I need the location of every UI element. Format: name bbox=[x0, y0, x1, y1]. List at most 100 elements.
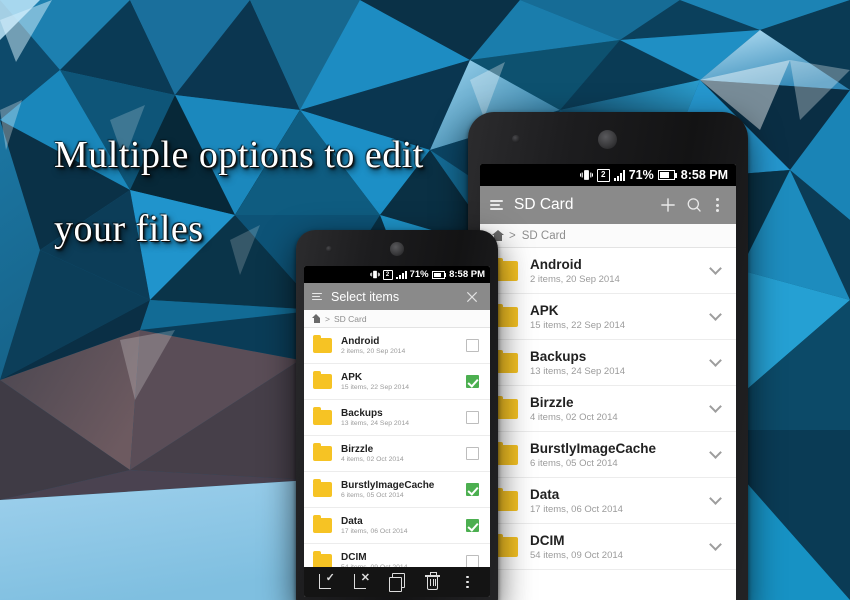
file-meta: APK 15 items, 22 Sep 2014 bbox=[341, 372, 466, 391]
delete-icon[interactable] bbox=[423, 572, 443, 592]
front-breadcrumb[interactable]: > SD Card bbox=[304, 310, 490, 328]
front-file-list[interactable]: Android 2 items, 20 Sep 2014 APK 15 items, … bbox=[304, 328, 490, 580]
copy-icon[interactable] bbox=[388, 572, 408, 592]
back-phone-bezel bbox=[468, 112, 748, 164]
front-bottom-toolbar[interactable]: ✓ ✕ bbox=[304, 567, 490, 597]
file-name: Android bbox=[530, 256, 582, 272]
file-info: 17 items, 06 Oct 2014 bbox=[530, 503, 623, 515]
file-name: DCIM bbox=[530, 532, 565, 548]
list-item[interactable]: Birzzle 4 items, 02 Oct 2014 bbox=[304, 436, 490, 472]
back-file-list[interactable]: Android 2 items, 20 Sep 2014 APK 15 items, … bbox=[480, 248, 736, 570]
chevron-down-icon[interactable] bbox=[709, 492, 722, 505]
file-name: BurstlyImageCache bbox=[341, 480, 435, 491]
checkbox-checked[interactable] bbox=[466, 519, 479, 532]
proximity-sensor-icon bbox=[512, 135, 520, 143]
front-camera-icon bbox=[598, 130, 617, 149]
vibrate-icon bbox=[369, 270, 380, 279]
file-name: Backups bbox=[341, 408, 383, 419]
folder-icon bbox=[313, 479, 332, 497]
home-icon[interactable] bbox=[312, 314, 321, 323]
close-icon[interactable] bbox=[462, 287, 482, 307]
back-actionbar-title: SD Card bbox=[514, 196, 574, 213]
deselect-all-icon[interactable]: ✕ bbox=[353, 572, 373, 592]
file-meta: Birzzle 4 items, 02 Oct 2014 bbox=[341, 444, 466, 463]
table-row[interactable]: APK 15 items, 22 Sep 2014 bbox=[480, 294, 736, 340]
table-row[interactable]: Data 17 items, 06 Oct 2014 bbox=[480, 478, 736, 524]
list-item[interactable]: BurstlyImageCache 6 items, 05 Oct 2014 bbox=[304, 472, 490, 508]
checkbox-checked[interactable] bbox=[466, 375, 479, 388]
table-row[interactable]: DCIM 54 items, 09 Oct 2014 bbox=[480, 524, 736, 570]
file-info: 2 items, 20 Sep 2014 bbox=[530, 273, 620, 285]
file-meta: Backups 13 items, 24 Sep 2014 bbox=[530, 349, 711, 377]
hamburger-menu-icon[interactable] bbox=[312, 291, 322, 302]
table-row[interactable]: Android 2 items, 20 Sep 2014 bbox=[480, 248, 736, 294]
battery-percent-label: 71% bbox=[409, 269, 429, 280]
back-phone-device: 2 71% 8:58 PM SD Card > SD Card Android … bbox=[468, 112, 748, 600]
chevron-down-icon[interactable] bbox=[709, 400, 722, 413]
chevron-down-icon[interactable] bbox=[709, 262, 722, 275]
back-actionbar: SD Card bbox=[480, 186, 736, 224]
list-item[interactable]: Backups 13 items, 24 Sep 2014 bbox=[304, 400, 490, 436]
file-info: 13 items, 24 Sep 2014 bbox=[530, 365, 626, 377]
front-phone-device: 2 71% 8:58 PM Select items > SD Card And… bbox=[296, 230, 498, 600]
file-meta: Android 2 items, 20 Sep 2014 bbox=[341, 336, 466, 355]
chevron-down-icon[interactable] bbox=[709, 308, 722, 321]
file-name: Backups bbox=[530, 348, 587, 364]
folder-icon bbox=[313, 335, 332, 353]
file-name: Android bbox=[341, 336, 380, 347]
battery-icon bbox=[657, 170, 677, 180]
checkbox-unchecked[interactable] bbox=[466, 447, 479, 460]
folder-icon bbox=[313, 443, 332, 461]
checkbox-unchecked[interactable] bbox=[466, 339, 479, 352]
clock-label: 8:58 PM bbox=[680, 168, 728, 182]
chevron-down-icon[interactable] bbox=[709, 538, 722, 551]
file-info: 4 items, 02 Oct 2014 bbox=[341, 456, 404, 463]
checkbox-checked[interactable] bbox=[466, 483, 479, 496]
clock-label: 8:58 PM bbox=[449, 269, 485, 280]
breadcrumb-separator: > bbox=[325, 313, 330, 324]
folder-icon bbox=[313, 371, 332, 389]
front-phone-screen: 2 71% 8:58 PM Select items > SD Card And… bbox=[304, 266, 490, 597]
front-actionbar-title: Select items bbox=[331, 289, 400, 304]
file-meta: Data 17 items, 06 Oct 2014 bbox=[530, 487, 711, 515]
list-item[interactable]: Data 17 items, 06 Oct 2014 bbox=[304, 508, 490, 544]
file-name: APK bbox=[341, 372, 363, 383]
table-row[interactable]: BurstlyImageCache 6 items, 05 Oct 2014 bbox=[480, 432, 736, 478]
front-actionbar: Select items bbox=[304, 283, 490, 310]
file-meta: BurstlyImageCache 6 items, 05 Oct 2014 bbox=[341, 480, 466, 499]
chevron-down-icon[interactable] bbox=[709, 354, 722, 367]
hamburger-menu-icon[interactable] bbox=[490, 198, 503, 212]
list-item[interactable]: APK 15 items, 22 Sep 2014 bbox=[304, 364, 490, 400]
chevron-down-icon[interactable] bbox=[709, 446, 722, 459]
back-phone-screen: 2 71% 8:58 PM SD Card > SD Card Android … bbox=[480, 164, 736, 600]
promo-screenshot: Multiple options to edit your files 2 71… bbox=[0, 0, 850, 600]
select-all-icon[interactable]: ✓ bbox=[318, 572, 338, 592]
file-name: BurstlyImageCache bbox=[530, 440, 657, 456]
breadcrumb-path[interactable]: SD Card bbox=[334, 314, 367, 324]
overflow-menu-icon[interactable] bbox=[708, 193, 726, 217]
battery-icon bbox=[431, 270, 447, 279]
file-meta: BurstlyImageCache 6 items, 05 Oct 2014 bbox=[530, 441, 711, 469]
checkbox-unchecked[interactable] bbox=[466, 411, 479, 424]
file-info: 15 items, 22 Sep 2014 bbox=[341, 384, 410, 391]
proximity-sensor-icon bbox=[326, 246, 332, 252]
front-camera-icon bbox=[390, 242, 404, 256]
sim-slot-icon: 2 bbox=[596, 168, 610, 182]
file-name: Data bbox=[341, 516, 363, 527]
search-icon[interactable] bbox=[680, 193, 708, 217]
sim-slot-icon: 2 bbox=[382, 269, 393, 280]
front-statusbar: 2 71% 8:58 PM bbox=[304, 266, 490, 283]
battery-percent-label: 71% bbox=[628, 168, 654, 182]
file-info: 6 items, 05 Oct 2014 bbox=[530, 457, 618, 469]
overflow-menu-icon[interactable] bbox=[458, 572, 476, 592]
back-breadcrumb[interactable]: > SD Card bbox=[480, 224, 736, 248]
breadcrumb-path[interactable]: SD Card bbox=[522, 230, 566, 242]
table-row[interactable]: Backups 13 items, 24 Sep 2014 bbox=[480, 340, 736, 386]
file-info: 15 items, 22 Sep 2014 bbox=[530, 319, 626, 331]
table-row[interactable]: Birzzle 4 items, 02 Oct 2014 bbox=[480, 386, 736, 432]
list-item[interactable]: Android 2 items, 20 Sep 2014 bbox=[304, 328, 490, 364]
plus-icon[interactable] bbox=[656, 193, 680, 217]
file-name: Data bbox=[530, 486, 560, 502]
file-meta: APK 15 items, 22 Sep 2014 bbox=[530, 303, 711, 331]
file-name: DCIM bbox=[341, 552, 367, 563]
